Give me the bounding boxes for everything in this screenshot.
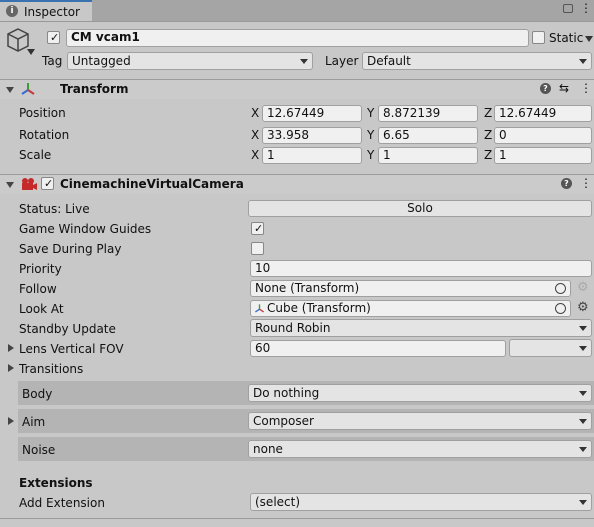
- static-checkbox[interactable]: [532, 31, 545, 44]
- game-window-guides-checkbox[interactable]: ✓: [251, 222, 264, 235]
- aim-label[interactable]: Aim: [22, 415, 45, 429]
- noise-label: Noise: [22, 443, 56, 457]
- preset-icon[interactable]: ⇆: [559, 81, 569, 95]
- lens-label[interactable]: Lens Vertical FOV: [19, 342, 124, 356]
- lock-icon[interactable]: [563, 4, 573, 13]
- position-z-axis[interactable]: Z: [484, 106, 492, 120]
- follow-value: None (Transform): [255, 281, 360, 295]
- look-at-value: Cube (Transform): [267, 301, 371, 315]
- aim-dropdown[interactable]: Composer: [248, 412, 592, 430]
- tab-inspector[interactable]: i Inspector: [0, 0, 92, 21]
- position-y-axis[interactable]: Y: [367, 106, 374, 120]
- scale-y-axis[interactable]: Y: [367, 148, 374, 162]
- body-label: Body: [22, 387, 53, 401]
- vcam-title: CinemachineVirtualCamera: [60, 177, 244, 191]
- rotation-z-field[interactable]: 0: [494, 127, 592, 144]
- layer-value: Default: [367, 54, 411, 68]
- scale-x-field[interactable]: 1: [262, 147, 362, 164]
- rotation-z-axis[interactable]: Z: [484, 128, 492, 142]
- tag-label: Tag: [42, 54, 63, 68]
- transform-foldout-icon[interactable]: [6, 87, 14, 93]
- vcam-enabled-checkbox[interactable]: ✓: [41, 177, 54, 190]
- layer-label: Layer: [325, 54, 359, 68]
- rotation-x-axis[interactable]: X: [251, 128, 259, 142]
- transform-title: Transform: [60, 82, 129, 96]
- transitions-foldout-icon[interactable]: [8, 364, 14, 372]
- solo-button[interactable]: Solo: [248, 200, 592, 217]
- scale-x-axis[interactable]: X: [251, 148, 259, 162]
- transform-icon: [21, 83, 35, 95]
- vcam-foldout-icon[interactable]: [6, 182, 14, 188]
- scale-label: Scale: [19, 148, 52, 162]
- info-icon: i: [6, 5, 18, 17]
- static-label: Static: [549, 31, 584, 45]
- standby-update-value: Round Robin: [255, 321, 331, 335]
- lens-foldout-icon[interactable]: [8, 344, 14, 352]
- aim-foldout-icon[interactable]: [8, 417, 14, 425]
- position-z-field[interactable]: 12.67449: [494, 105, 592, 122]
- extensions-heading: Extensions: [19, 476, 93, 490]
- object-picker-icon[interactable]: [555, 303, 566, 314]
- standby-update-label: Standby Update: [19, 322, 116, 336]
- look-at-label: Look At: [19, 302, 64, 316]
- help-icon[interactable]: ?: [540, 83, 551, 94]
- position-x-axis[interactable]: X: [251, 106, 259, 120]
- tab-menu-icon[interactable]: ⋮: [580, 2, 592, 14]
- save-during-play-checkbox[interactable]: [251, 242, 264, 255]
- lens-fov-field[interactable]: 60: [250, 340, 506, 357]
- follow-label: Follow: [19, 282, 57, 296]
- look-at-settings-icon[interactable]: ⚙: [577, 300, 589, 315]
- cinemachine-camera-icon: [22, 178, 37, 190]
- game-window-guides-label: Game Window Guides: [19, 222, 152, 236]
- save-during-play-label: Save During Play: [19, 242, 122, 256]
- noise-dropdown[interactable]: none: [248, 440, 592, 458]
- rotation-y-field[interactable]: 6.65: [378, 127, 478, 144]
- tag-dropdown[interactable]: Untagged: [67, 52, 313, 70]
- object-picker-icon[interactable]: [555, 283, 566, 294]
- rotation-x-field[interactable]: 33.958: [262, 127, 362, 144]
- transform-small-icon: [254, 304, 265, 313]
- body-value: Do nothing: [253, 386, 320, 400]
- static-dropdown-icon[interactable]: [585, 36, 593, 42]
- follow-settings-icon[interactable]: ⚙: [577, 280, 589, 295]
- status-label: Status: Live: [19, 202, 90, 216]
- rotation-y-axis[interactable]: Y: [367, 128, 374, 142]
- follow-field[interactable]: None (Transform): [250, 280, 571, 297]
- position-label: Position: [19, 106, 66, 120]
- transitions-label[interactable]: Transitions: [19, 362, 83, 376]
- scale-z-axis[interactable]: Z: [484, 148, 492, 162]
- scale-z-field[interactable]: 1: [494, 147, 592, 164]
- scale-y-field[interactable]: 1: [378, 147, 478, 164]
- position-y-field[interactable]: 8.872139: [378, 105, 478, 122]
- icon-dropdown-icon[interactable]: [27, 49, 35, 55]
- add-extension-label: Add Extension: [19, 496, 105, 510]
- body-dropdown[interactable]: Do nothing: [248, 384, 592, 402]
- standby-update-dropdown[interactable]: Round Robin: [250, 319, 592, 337]
- position-x-field[interactable]: 12.67449: [262, 105, 362, 122]
- vcam-menu-icon[interactable]: ⋮: [580, 176, 592, 190]
- look-at-field[interactable]: Cube (Transform): [250, 300, 571, 317]
- aim-value: Composer: [253, 414, 314, 428]
- layer-dropdown[interactable]: Default: [362, 52, 592, 70]
- priority-field[interactable]: 10: [250, 260, 592, 277]
- add-extension-dropdown[interactable]: (select): [250, 493, 592, 511]
- bottom-divider: [0, 518, 594, 519]
- vcam-help-icon[interactable]: ?: [561, 178, 572, 189]
- active-checkbox[interactable]: ✓: [47, 31, 60, 44]
- noise-value: none: [253, 442, 283, 456]
- lens-preset-dropdown[interactable]: [509, 339, 592, 357]
- tag-value: Untagged: [72, 54, 131, 68]
- add-extension-value: (select): [255, 495, 301, 509]
- component-menu-icon[interactable]: ⋮: [580, 81, 592, 95]
- object-name-input[interactable]: CM vcam1: [66, 29, 529, 47]
- priority-label: Priority: [19, 262, 62, 276]
- rotation-label: Rotation: [19, 128, 70, 142]
- tab-label: Inspector: [24, 5, 80, 19]
